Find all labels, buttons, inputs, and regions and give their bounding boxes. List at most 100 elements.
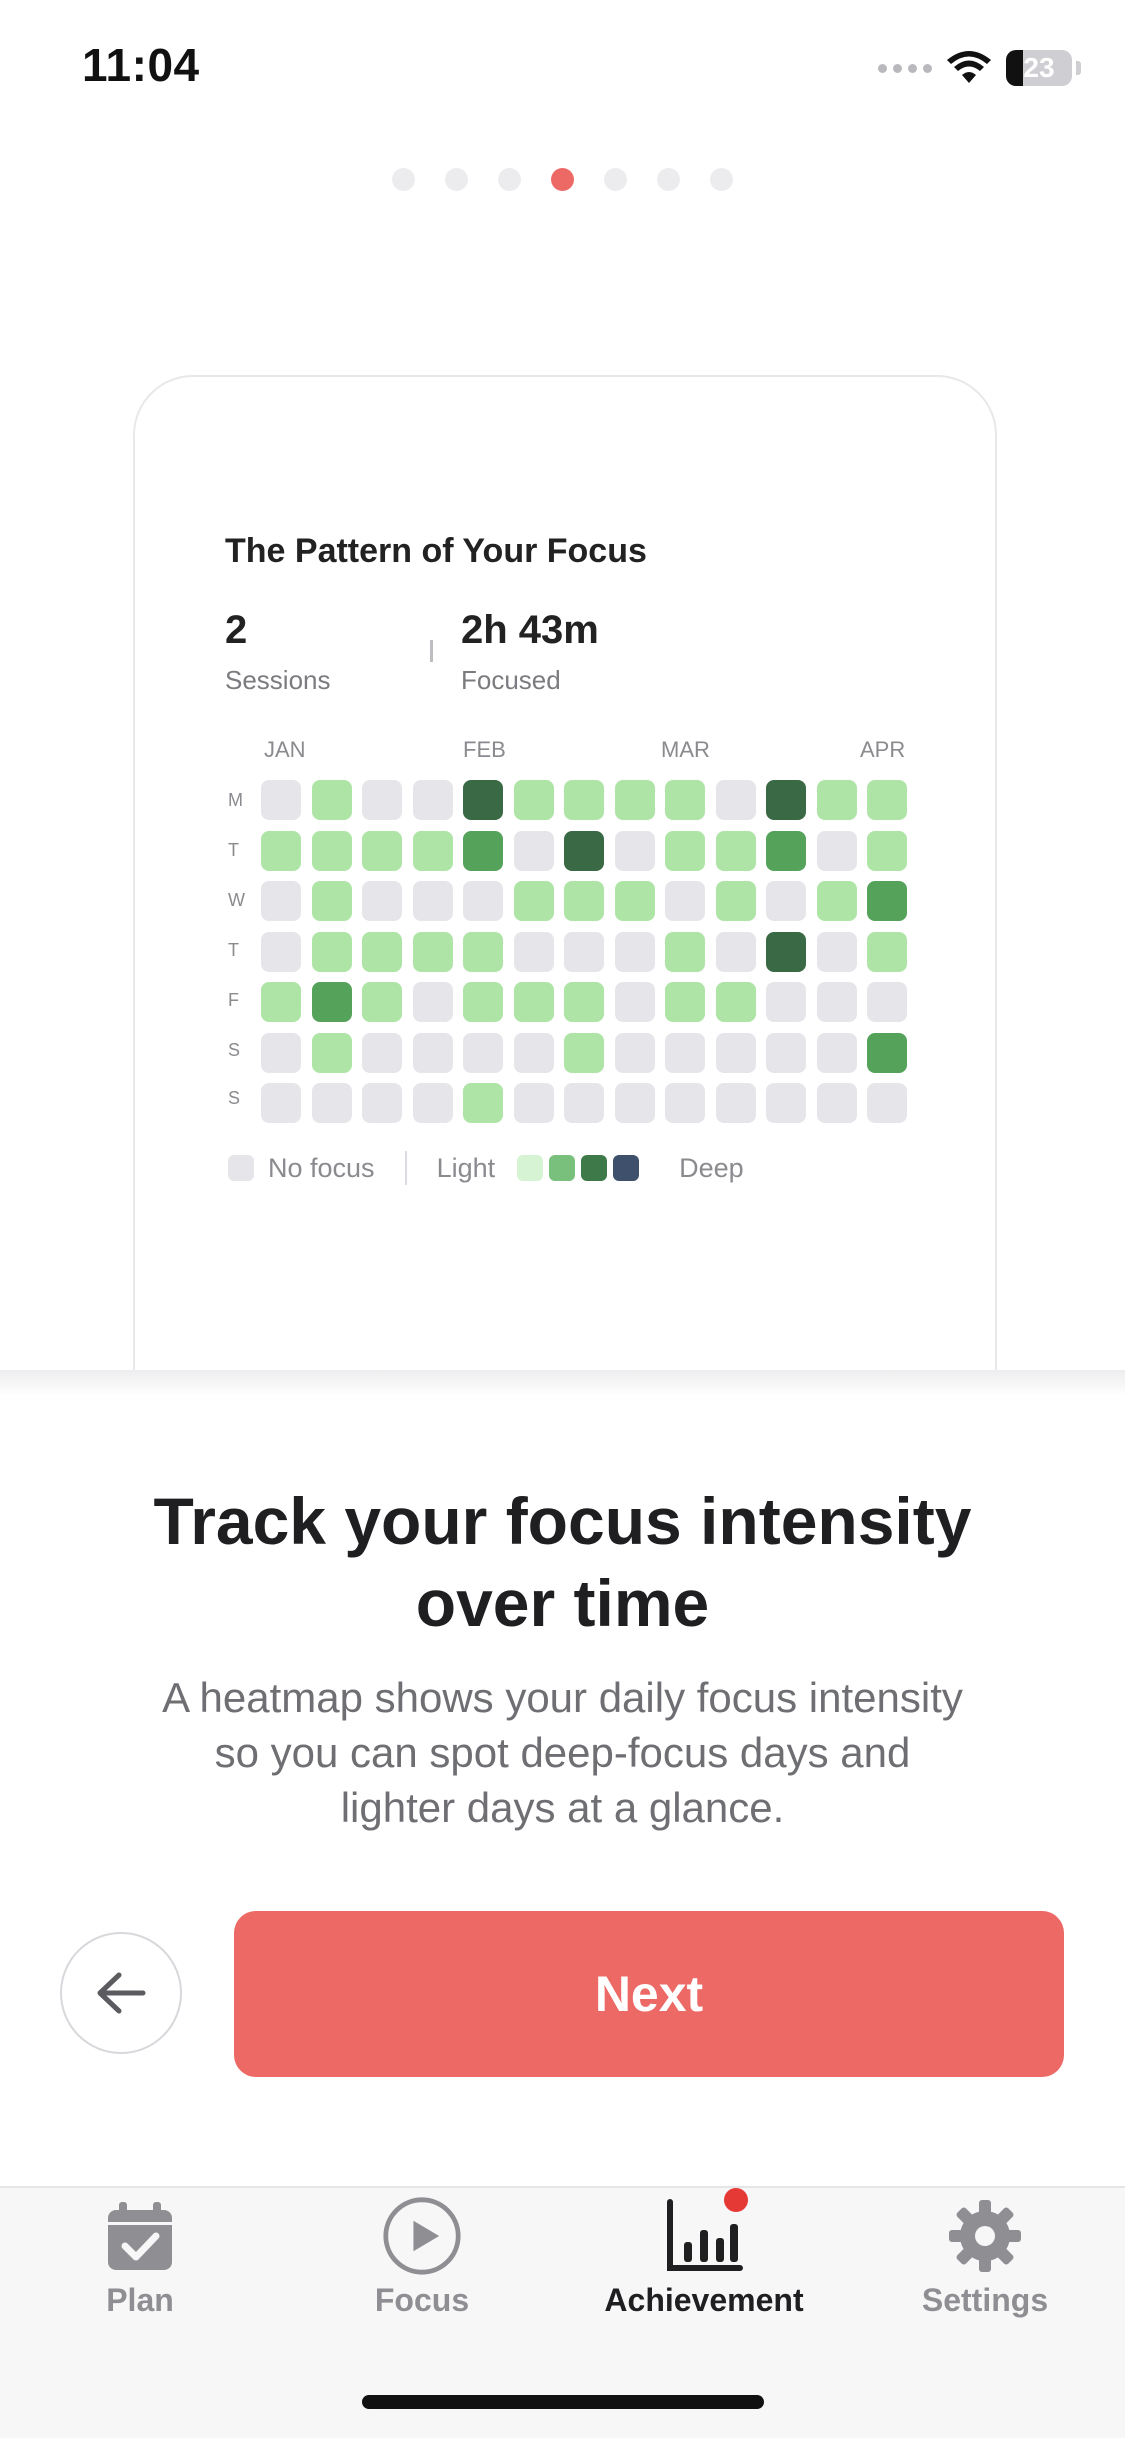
month-label-mar: MAR — [661, 737, 710, 762]
headline-line: Track your focus intensity — [153, 1484, 972, 1558]
heatmap-cell — [816, 931, 857, 972]
panel-divider — [0, 1370, 1125, 1396]
heatmap-cell — [261, 982, 301, 1022]
bar-chart-icon — [664, 2188, 748, 2276]
heatmap-cell — [463, 931, 503, 972]
heatmap-cell — [665, 982, 705, 1022]
heatmap-cell — [816, 1032, 857, 1073]
tab-achievement[interactable]: Achievement — [604, 2188, 804, 2319]
heatmap-cell — [261, 1032, 301, 1073]
heatmap-cell — [766, 780, 806, 820]
heatmap-cell — [261, 780, 301, 820]
wifi-icon — [947, 51, 991, 83]
home-indicator — [362, 2395, 764, 2409]
heatmap-cell — [665, 931, 705, 972]
back-button[interactable] — [60, 1932, 182, 2054]
heatmap-cell — [614, 830, 655, 871]
status-icons: 23 — [878, 48, 1081, 88]
gear-icon — [945, 2196, 1025, 2276]
focused-value: 2h 43m — [461, 608, 599, 652]
heatmap-cell — [412, 982, 453, 1022]
heatmap-cell — [362, 1032, 402, 1073]
heatmap-cell — [816, 780, 857, 820]
preview-card — [133, 375, 997, 1377]
heatmap-cell — [766, 881, 806, 921]
heatmap-cell — [715, 780, 756, 820]
heatmap-cell — [564, 830, 604, 871]
page-dot — [392, 168, 415, 191]
tab-label: Plan — [106, 2282, 174, 2318]
heatmap-legend: No focus Light Deep — [228, 1150, 744, 1186]
heatmap-cell — [614, 931, 655, 972]
heatmap-cell — [463, 830, 503, 871]
heatmap-cell — [412, 830, 453, 871]
heatmap-cell — [513, 931, 554, 972]
tab-settings[interactable]: Settings — [885, 2196, 1085, 2319]
stat-divider — [430, 640, 433, 662]
legend-scale-swatch — [581, 1155, 608, 1181]
heatmap-cell — [665, 1083, 705, 1123]
arrow-left-icon — [97, 1972, 146, 2014]
card-title: The Pattern of Your Focus — [225, 532, 647, 570]
sessions-label: Sessions — [225, 665, 331, 695]
heatmap-cell — [311, 830, 352, 871]
heatmap-cell — [614, 1083, 655, 1123]
legend-no-focus-swatch — [228, 1155, 254, 1181]
legend-scale-swatch — [613, 1155, 640, 1181]
heatmap-cell — [311, 982, 352, 1022]
tab-label: Achievement — [604, 2282, 804, 2318]
heatmap-cell — [715, 881, 756, 921]
heatmap-cell — [867, 780, 907, 820]
heatmap-cell — [564, 982, 604, 1022]
onboarding-description: A heatmap shows your daily focus intensi… — [110, 1670, 1015, 1835]
heatmap-cell — [665, 830, 705, 871]
heatmap-cell — [665, 780, 705, 820]
heatmap-cell — [614, 780, 655, 820]
heatmap-cell — [311, 931, 352, 972]
day-label-mon: M — [228, 790, 243, 810]
heatmap-cell — [867, 881, 907, 921]
heatmap-cell — [816, 982, 857, 1022]
heatmap-cell — [766, 1032, 806, 1073]
legend-deep-label: Deep — [679, 1152, 744, 1183]
heatmap-cell — [513, 1032, 554, 1073]
heatmap-cell — [311, 1083, 352, 1123]
day-label-sat: S — [228, 1040, 241, 1060]
tab-label: Settings — [921, 2282, 1049, 2318]
legend-scale-swatch — [549, 1155, 576, 1181]
heatmap-cell — [463, 1083, 503, 1123]
heatmap-cell — [261, 830, 301, 871]
heatmap-cell — [715, 830, 756, 871]
tab-plan[interactable]: Plan — [40, 2196, 240, 2319]
legend-no-focus-label: No focus — [268, 1152, 375, 1183]
heatmap-cell — [816, 881, 857, 921]
sessions-value: 2 — [225, 608, 248, 652]
heatmap-cell — [614, 982, 655, 1022]
next-button[interactable]: Next — [234, 1911, 1064, 2077]
legend-divider — [404, 1151, 407, 1185]
heatmap-cell — [362, 881, 402, 921]
tab-focus[interactable]: Focus — [322, 2196, 522, 2319]
page-dot — [445, 168, 468, 191]
calendar-check-icon — [100, 2196, 180, 2276]
heatmap-cell — [412, 1083, 453, 1123]
heatmap-cell — [564, 931, 604, 972]
heatmap-cell — [362, 931, 402, 972]
heatmap-cell — [513, 830, 554, 871]
description-line: so you can spot deep-focus days and — [214, 1729, 911, 1776]
heatmap-cell — [362, 982, 402, 1022]
heatmap-cell — [362, 830, 402, 871]
day-label-wed: W — [228, 890, 245, 910]
heatmap-cell — [261, 881, 301, 921]
heatmap-cell — [412, 881, 453, 921]
heatmap-cell — [564, 881, 604, 921]
page-dot — [498, 168, 521, 191]
heatmap-cell — [766, 1083, 806, 1123]
day-label-thu: T — [228, 940, 239, 960]
status-time: 11:04 — [82, 39, 200, 91]
headline-line: over time — [415, 1566, 710, 1640]
heatmap-cell — [867, 931, 907, 972]
heatmap-cell — [867, 982, 907, 1022]
description-line: A heatmap shows your daily focus intensi… — [162, 1674, 963, 1721]
onboarding-headline: Track your focus intensity over time — [0, 1480, 1125, 1644]
